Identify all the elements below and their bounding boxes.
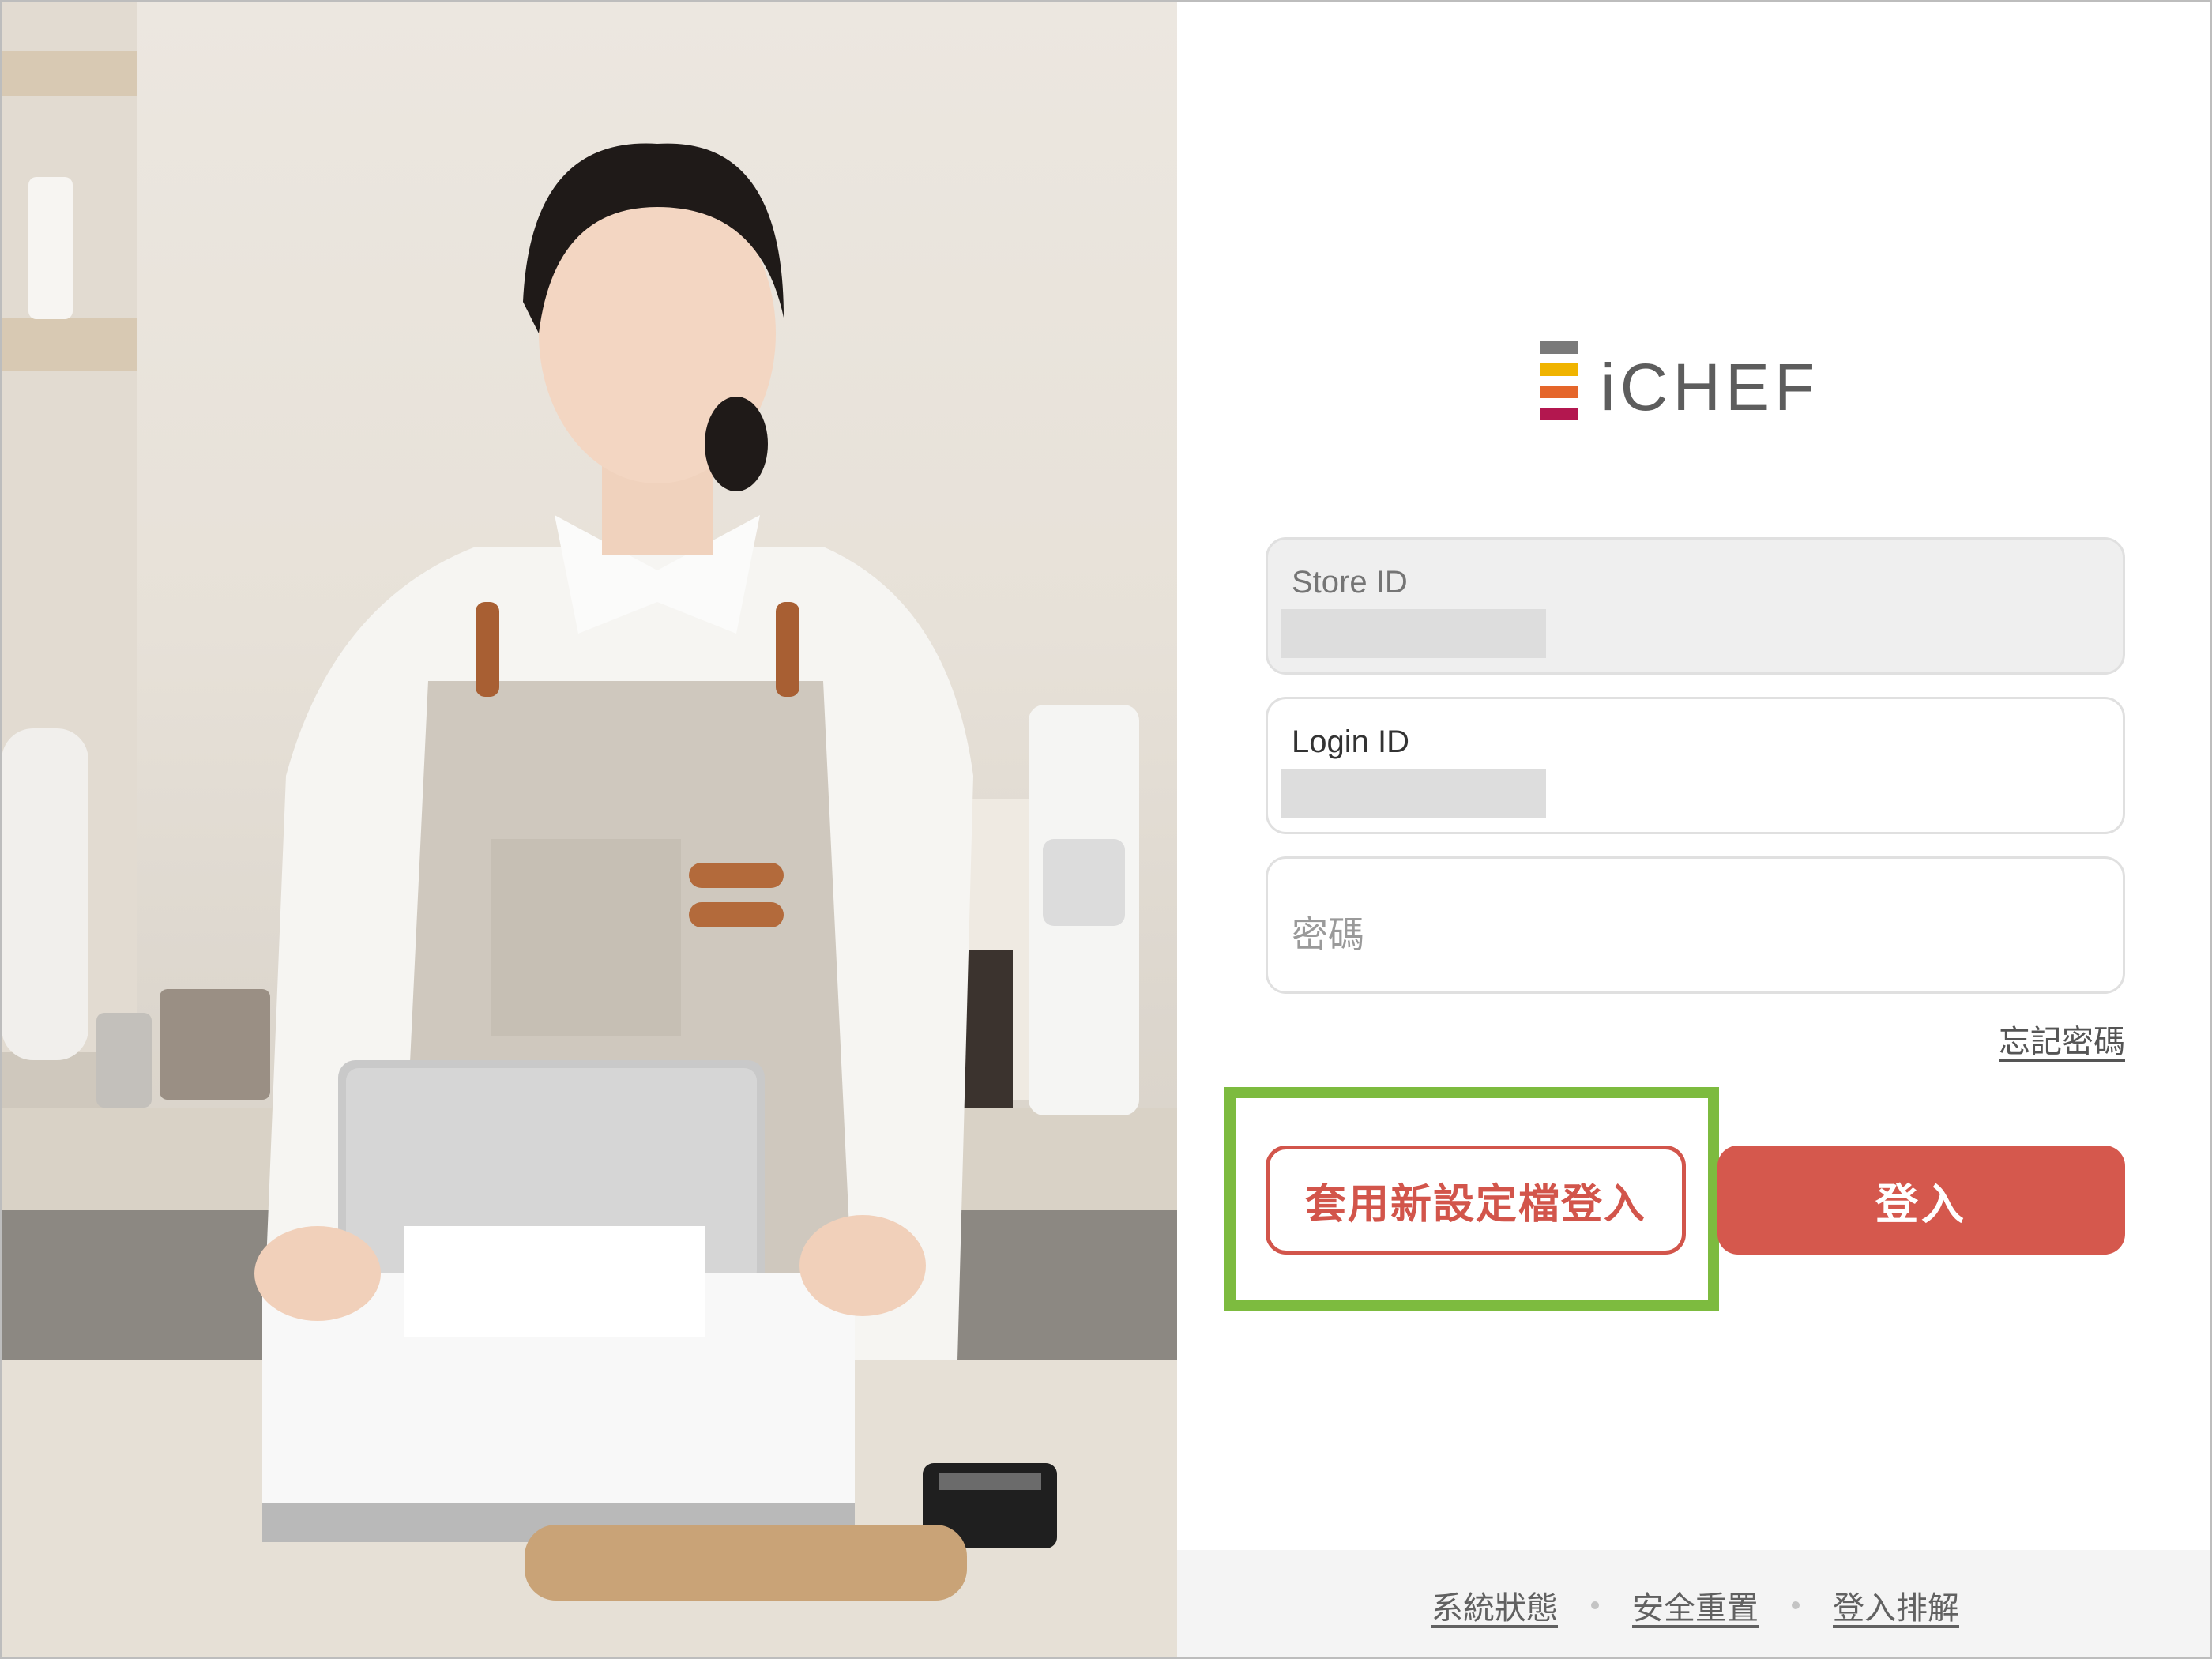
login-troubleshoot-link[interactable]: 登入排解 xyxy=(1833,1582,1959,1628)
store-id-label: Store ID xyxy=(1292,565,1408,600)
ichef-wordmark: iCHEF xyxy=(1601,350,1820,424)
forgot-password-link[interactable]: 忘記密碼 xyxy=(1999,1016,2125,1062)
password-placeholder: 密碼 xyxy=(1292,914,1364,955)
login-window: iCHEF Store ID Login ID 密碼 忘記密碼 套用新設定檔登入… xyxy=(0,0,2212,1659)
login-id-value-redacted xyxy=(1281,769,1546,818)
system-status-link[interactable]: 系統狀態 xyxy=(1431,1582,1558,1628)
security-reset-link[interactable]: 安全重置 xyxy=(1632,1582,1759,1628)
hero-illustration xyxy=(2,2,1177,1657)
password-field[interactable]: 密碼 xyxy=(1266,856,2125,994)
login-button[interactable]: 登入 xyxy=(1717,1146,2125,1255)
footer-links: 系統狀態 安全重置 登入排解 xyxy=(1177,1550,2210,1657)
apply-new-profile-login-button[interactable]: 套用新設定檔登入 xyxy=(1266,1146,1686,1255)
login-id-field[interactable]: Login ID xyxy=(1266,697,2125,834)
login-panel: iCHEF Store ID Login ID 密碼 忘記密碼 套用新設定檔登入… xyxy=(1177,2,2210,1657)
separator-dot xyxy=(1792,1601,1800,1609)
separator-dot xyxy=(1591,1601,1599,1609)
hero-photo xyxy=(2,2,1177,1657)
ichef-logo: iCHEF xyxy=(1540,333,1819,420)
store-id-field[interactable]: Store ID xyxy=(1266,537,2125,675)
ichef-logo-mark-icon xyxy=(1540,341,1578,420)
login-id-label: Login ID xyxy=(1292,724,1409,759)
store-id-value-redacted xyxy=(1281,609,1546,658)
